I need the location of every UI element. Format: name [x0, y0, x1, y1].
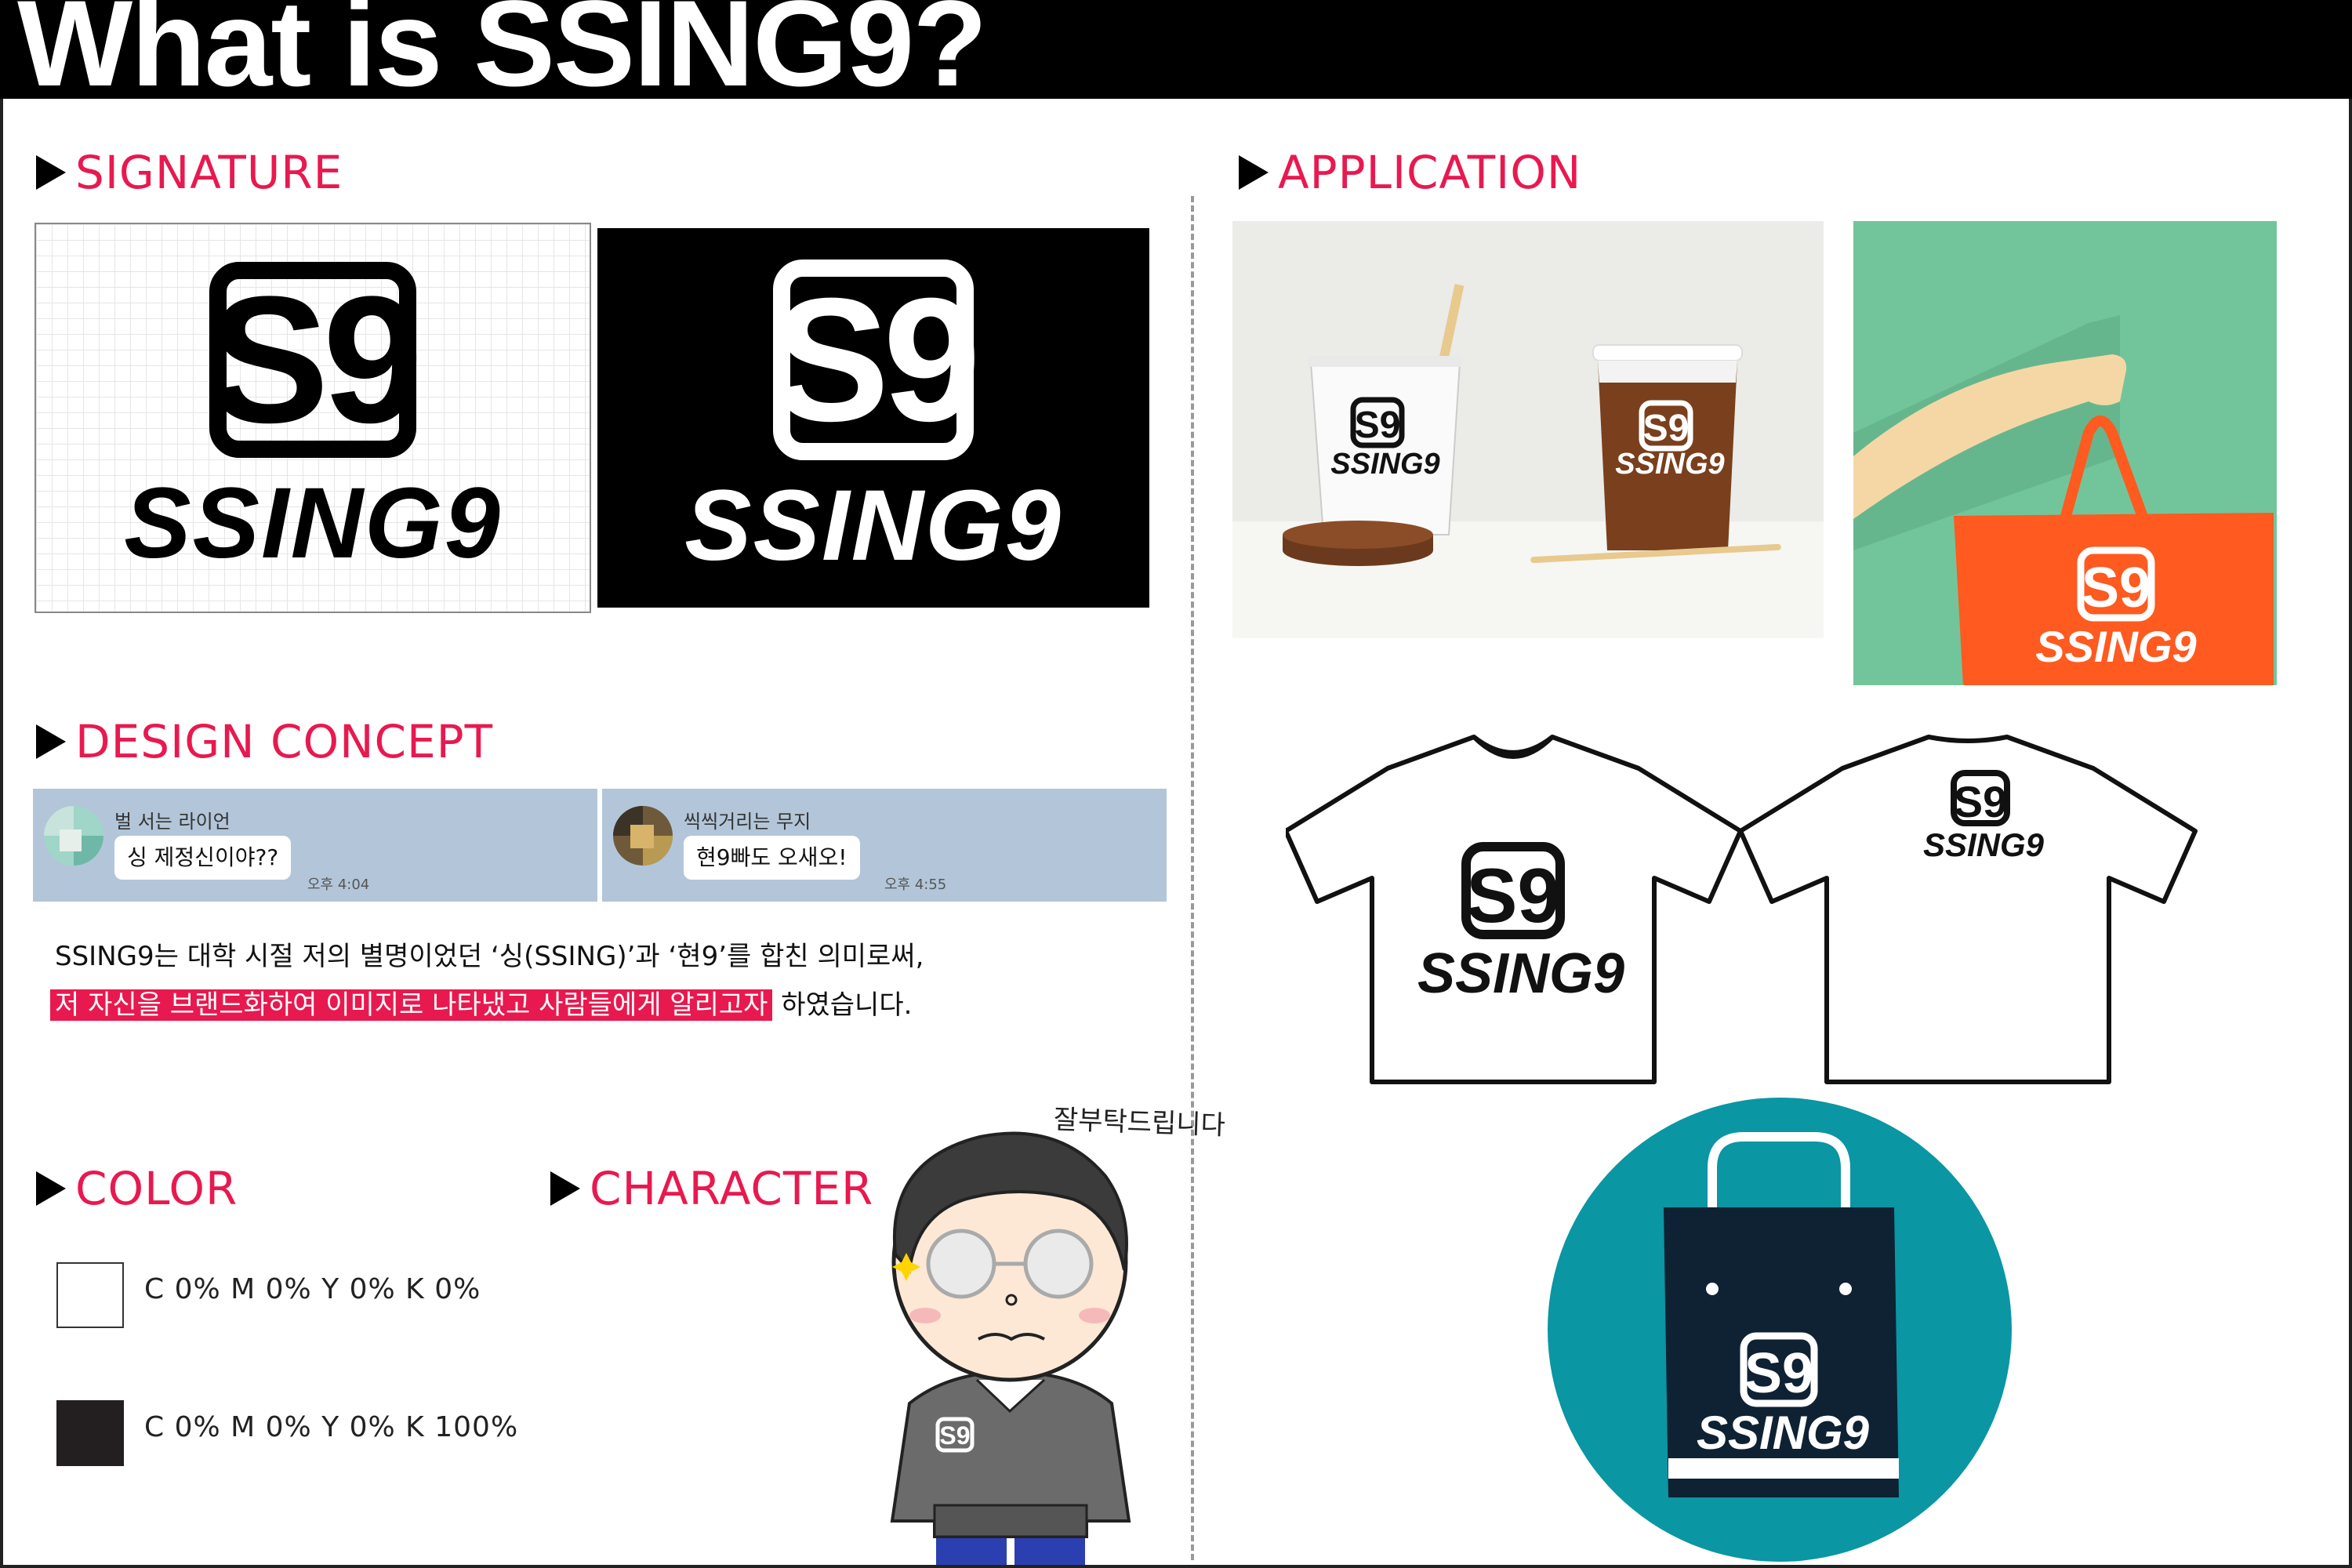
chat-message-2: 씩씩거리는 무지 현9빠도 오새오! 오후 4:55	[602, 789, 1167, 902]
section-signature: SIGNATURE	[36, 146, 343, 199]
chat-sender-name: 씩씩거리는 무지	[684, 811, 811, 833]
tshirt-mockups: S9 SSING9 S9 SSING9	[1286, 721, 2211, 1098]
logo-mark: S9	[772, 260, 981, 460]
color-swatch-white	[56, 1262, 124, 1328]
play-triangle-icon	[550, 1171, 580, 1206]
section-character: CHARACTER	[550, 1162, 873, 1215]
tee-wordmark: SSING9	[1417, 942, 1624, 1005]
chat-time: 오후 4:04	[307, 877, 370, 893]
page-title: What is SSING9?	[17, 0, 988, 112]
chat-time: 오후 4:55	[884, 877, 947, 893]
section-label: CHARACTER	[590, 1162, 874, 1215]
cup-logo-mark: S9	[1355, 405, 1401, 446]
character-illustration: S9	[878, 1113, 1137, 1565]
logo-wordmark: SSING9	[124, 467, 502, 579]
cup-wordmark: SSING9	[1330, 448, 1439, 481]
chat-bubble: 현9빠도 오새오!	[684, 836, 860, 880]
tee-back-wordmark: SSING9	[1923, 826, 2045, 863]
bag-wordmark: SSING9	[2035, 622, 2196, 671]
color-value-black: C 0% M 0% Y 0% K 100%	[144, 1411, 519, 1443]
avatar	[44, 806, 103, 866]
tee-logo-mark: S9	[1466, 852, 1560, 938]
play-triangle-icon	[36, 1171, 66, 1206]
chat-message-1: 벌 서는 라이언 싱 제정신이야?? 오후 4:04	[33, 789, 597, 902]
section-color: COLOR	[36, 1162, 238, 1215]
cup-wordmark: SSING9	[1615, 448, 1724, 481]
section-label: APPLICATION	[1278, 146, 1582, 199]
section-application: APPLICATION	[1239, 146, 1581, 199]
t-shirt-icon: S9 SSING9	[1738, 735, 2198, 1084]
section-design-concept: DESIGN CONCEPT	[36, 715, 493, 768]
section-label: DESIGN CONCEPT	[75, 715, 494, 768]
chat-bubble: 싱 제정신이야??	[114, 836, 292, 880]
navy-bag-logo-mark: S9	[1744, 1342, 1813, 1405]
navy-bag-mockup: S9 SSING9	[1548, 1098, 2012, 1562]
section-label: SIGNATURE	[75, 146, 343, 199]
cup-logo-mark: S9	[1643, 408, 1690, 449]
shopping-bag-mockup: S9 SSING9	[1853, 221, 2277, 685]
logo-on-white-grid: S9 SSING9	[34, 223, 591, 613]
color-value-white: C 0% M 0% Y 0% K 0%	[144, 1273, 481, 1305]
navy-bag-wordmark: SSING9	[1697, 1406, 1870, 1459]
play-triangle-icon	[36, 724, 66, 759]
chat-sender-name: 벌 서는 라이언	[114, 811, 230, 833]
coffee-cups-mockup: S9 SSING9 S9 SSING9	[1232, 221, 1824, 638]
t-shirt-icon: S9 SSING9	[1286, 735, 1743, 1084]
avatar	[613, 806, 673, 866]
logo-mark: S9	[209, 259, 423, 460]
section-label: COLOR	[75, 1162, 238, 1215]
description-line-2: 저 자신을 브랜드화하여 이미지로 나타냈고 사람들에게 알리고자 하였습니다.	[50, 983, 913, 1027]
logo-wordmark: SSING9	[684, 470, 1062, 582]
logo-on-black: S9 SSING9	[597, 228, 1149, 608]
play-triangle-icon	[1239, 155, 1269, 190]
description-highlight: 저 자신을 브랜드화하여 이미지로 나타냈고 사람들에게 알리고자	[50, 989, 773, 1021]
tee-back-logo-mark: S9	[1954, 777, 2008, 826]
color-swatch-black	[56, 1400, 124, 1466]
title-bar: What is SSING9?	[0, 0, 2352, 105]
bag-logo-mark: S9	[2082, 557, 2151, 619]
description-line-1: SSING9는 대학 시절 저의 별명이었던 ‘싱(SSING)’과 ‘현9’를…	[55, 941, 924, 972]
play-triangle-icon	[36, 155, 66, 190]
description-line-2-rest: 하였습니다.	[772, 989, 913, 1021]
hoodie-logo-mark: S9	[939, 1421, 970, 1450]
column-divider	[1191, 196, 1194, 1560]
